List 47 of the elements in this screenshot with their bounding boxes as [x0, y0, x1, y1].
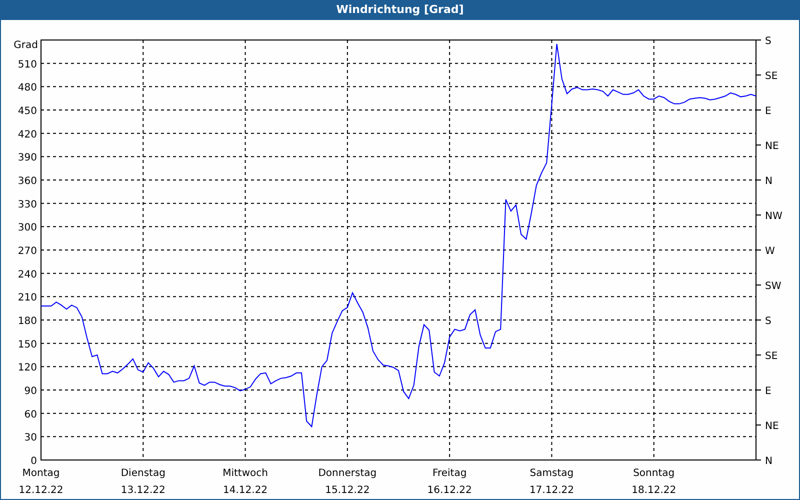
y-axis-label: 510: [18, 59, 37, 70]
y-axis-label: 480: [18, 82, 37, 94]
day-label: Samstag: [530, 468, 574, 479]
direction-label: SE: [765, 351, 778, 362]
date-label: 12.12.22: [18, 485, 64, 496]
date-label: 15.12.22: [325, 485, 370, 496]
direction-label: N: [765, 176, 772, 187]
direction-label: NE: [765, 421, 779, 432]
day-label: Donnerstag: [318, 468, 377, 479]
direction-label: N: [765, 456, 772, 467]
y-axis-label: 180: [18, 316, 37, 327]
date-label: 17.12.22: [529, 485, 574, 496]
y-axis-label: 120: [18, 362, 37, 374]
y-axis-label: 420: [18, 129, 37, 140]
direction-label: S: [765, 36, 772, 47]
date-label: 16.12.22: [427, 485, 472, 496]
y-axis-title: Grad: [14, 40, 38, 51]
y-axis-label: 210: [18, 292, 37, 304]
day-label: Dienstag: [120, 468, 166, 479]
direction-label: E: [765, 386, 772, 397]
direction-label: SW: [765, 281, 782, 292]
day-label: Montag: [22, 468, 60, 479]
y-axis-label: 90: [24, 386, 37, 397]
y-axis-label: 300: [18, 222, 37, 234]
date-label: 14.12.22: [223, 485, 268, 496]
y-axis-label: 240: [18, 269, 37, 280]
date-label: 13.12.22: [120, 485, 166, 496]
y-axis-label: 450: [18, 106, 37, 117]
direction-label: SE: [765, 71, 778, 82]
date-label: 18.12.22: [632, 485, 676, 496]
day-label: Sonntag: [633, 468, 675, 479]
y-axis-label: 330: [18, 199, 37, 210]
y-axis-label: 150: [18, 339, 37, 350]
y-axis-label: 360: [18, 176, 37, 187]
window-title: Windrichtung [Grad]: [1, 0, 799, 20]
y-axis-label: 270: [18, 246, 37, 257]
direction-label: S: [765, 316, 772, 327]
day-label: Freitag: [432, 468, 467, 479]
direction-label: E: [765, 106, 772, 117]
y-axis-label: 60: [24, 409, 37, 420]
direction-label: W: [765, 246, 775, 257]
day-label: Mittwoch: [222, 468, 268, 479]
y-axis-label: 390: [18, 152, 37, 164]
y-axis-label: 0: [30, 456, 37, 467]
direction-label: NW: [765, 211, 782, 222]
y-axis-label: 30: [24, 432, 37, 444]
direction-label: NE: [765, 141, 779, 152]
